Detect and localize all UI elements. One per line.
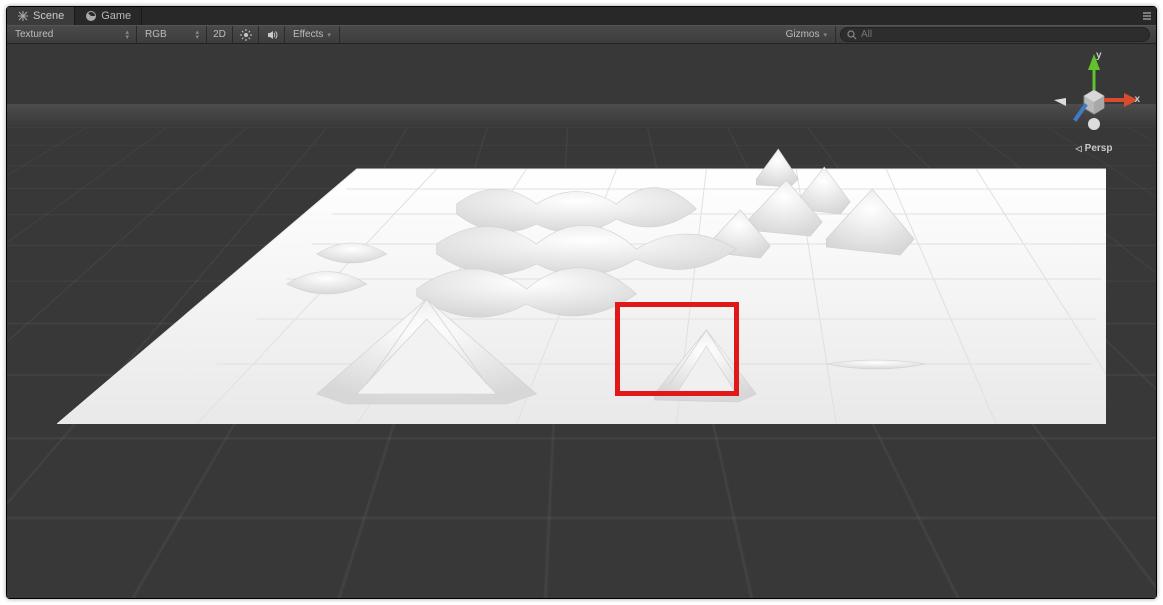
axis-y-label: y [1096,50,1102,61]
terrain-object[interactable] [57,144,1106,424]
audio-icon [266,29,278,41]
gizmos-label: Gizmos [786,29,820,40]
shading-mode-label: Textured [15,29,53,40]
render-mode-label: RGB [145,29,167,40]
viewport-horizon [7,104,1156,128]
tab-game-label: Game [101,10,131,22]
scene-icon [17,10,29,22]
projection-toggle[interactable]: ◁ Persp [1050,143,1138,154]
orientation-gizmo-cube [1050,50,1138,138]
tab-game[interactable]: Game [75,7,142,25]
game-icon [85,10,97,22]
shading-mode-dropdown[interactable]: Textured ▴▾ [7,26,137,43]
gizmos-dropdown[interactable]: Gizmos ▾ [778,26,836,43]
editor-window: Scene Game Textured ▴▾ RGB ▴▾ 2D Ef [6,6,1157,599]
tab-context-menu-button[interactable] [1138,7,1156,25]
menu-icon [1142,11,1152,21]
terrain-mesh [57,144,1106,424]
dropdown-arrows-icon: ▴▾ [125,30,128,40]
lighting-toggle-button[interactable] [233,26,259,43]
effects-dropdown[interactable]: Effects ▾ [285,26,340,43]
axis-x-label: x [1134,94,1140,105]
orientation-gizmo[interactable]: y x ◁ Persp [1050,50,1138,170]
tab-scene-label: Scene [33,10,64,22]
2d-toggle-button[interactable]: 2D [207,26,233,43]
search-input[interactable] [861,29,1143,40]
dropdown-arrows-icon: ▴▾ [195,30,198,40]
effects-label: Effects [293,29,323,40]
projection-icon: ◁ [1076,144,1082,153]
render-mode-dropdown[interactable]: RGB ▴▾ [137,26,207,43]
search-icon [847,30,857,40]
scene-viewport[interactable]: y x ◁ Persp [7,44,1156,598]
2d-label: 2D [213,29,226,40]
scene-search-field[interactable] [840,27,1150,42]
chevron-down-icon: ▾ [823,31,827,39]
projection-label: Persp [1085,143,1113,154]
sun-icon [240,29,252,41]
tab-strip: Scene Game [7,7,1156,25]
tab-scene[interactable]: Scene [7,7,75,25]
chevron-down-icon: ▾ [327,31,331,39]
tab-strip-filler [142,7,1138,25]
scene-toolbar: Textured ▴▾ RGB ▴▾ 2D Effects ▾ Gizmos ▾ [7,25,1156,44]
audio-toggle-button[interactable] [259,26,285,43]
